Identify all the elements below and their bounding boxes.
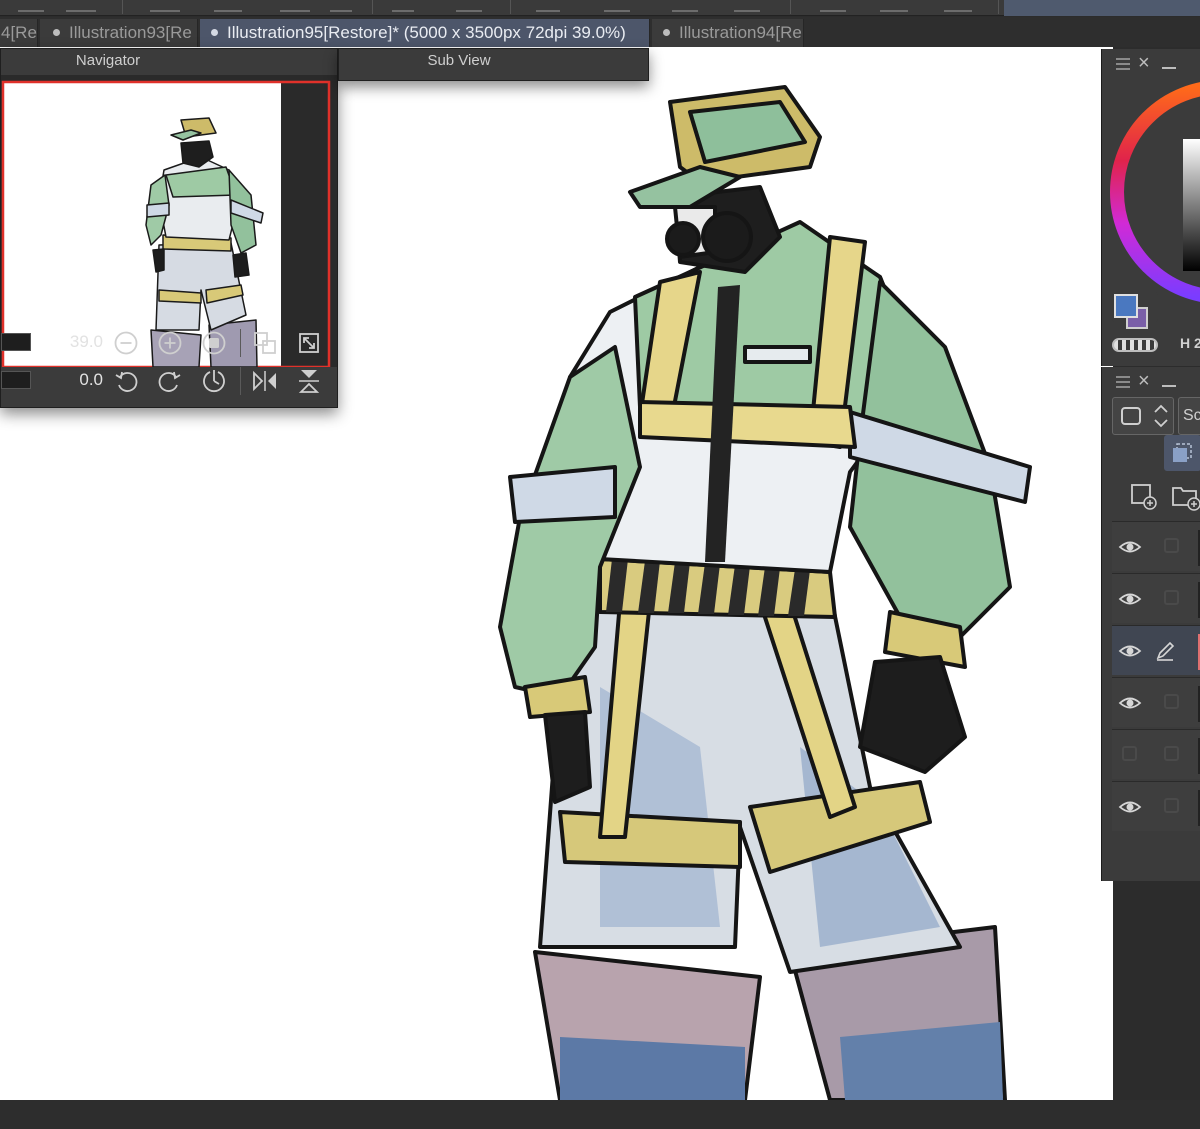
rotation-controls: 0.0 xyxy=(1,361,337,399)
app-window: 4[Re Illustration93[Re Illustration95[Re… xyxy=(0,0,1200,1129)
minimize-icon[interactable] xyxy=(1162,369,1176,387)
reference-layer-button[interactable] xyxy=(1164,435,1200,471)
layer-row[interactable] xyxy=(1112,573,1200,623)
zoom-in-icon[interactable] xyxy=(156,329,184,357)
toolbar-button[interactable] xyxy=(150,0,180,12)
toolbar-button[interactable] xyxy=(280,0,310,12)
subview-title: Sub View xyxy=(427,52,491,69)
toolbar-button[interactable] xyxy=(330,0,352,12)
toolbar-workspace-group[interactable] xyxy=(1004,0,1200,16)
toolbar-button[interactable] xyxy=(214,0,242,12)
flip-horizontal-icon[interactable] xyxy=(251,367,279,395)
rotation-slider[interactable] xyxy=(1,371,31,389)
visibility-toggle[interactable] xyxy=(1122,746,1137,761)
layer-lock-toggle[interactable] xyxy=(1164,590,1179,605)
color-wheel[interactable] xyxy=(1102,79,1200,366)
status-bar xyxy=(0,1100,1200,1129)
tab-illustration94[interactable]: Illustration94[Re xyxy=(652,19,804,47)
tab-illustration95[interactable]: Illustration95[Restore]* (5000 x 3500px … xyxy=(200,19,650,47)
close-icon[interactable]: × xyxy=(1138,52,1150,74)
layer-lock-toggle[interactable] xyxy=(1164,694,1179,709)
minimize-icon[interactable] xyxy=(1162,51,1176,69)
toolbar-button[interactable] xyxy=(456,0,482,12)
visibility-eye-icon[interactable] xyxy=(1118,693,1142,713)
navigator-panel: Navigator 39.0 0.0 xyxy=(0,48,338,408)
visibility-eye-icon[interactable] xyxy=(1118,641,1142,661)
fit-to-navigator-icon[interactable] xyxy=(251,329,279,357)
toolbar-divider xyxy=(122,0,123,14)
layer-lock-toggle[interactable] xyxy=(1164,746,1179,761)
toolbar-button[interactable] xyxy=(944,0,972,12)
new-folder-icon[interactable] xyxy=(1170,481,1200,511)
tab-illustration-4[interactable]: 4[Re xyxy=(0,19,38,47)
tab-label: Illustration93[Re xyxy=(69,23,192,42)
subview-panel[interactable]: Sub View xyxy=(338,48,649,81)
panel-header: × xyxy=(1102,49,1200,79)
layer-row[interactable] xyxy=(1112,677,1200,727)
zoom-controls: 39.0 xyxy=(1,323,337,361)
blend-mode-label: Scr xyxy=(1183,407,1200,424)
expression-color-icon xyxy=(1121,407,1141,425)
tab-illustration93[interactable]: Illustration93[Re xyxy=(40,19,198,47)
close-icon[interactable]: × xyxy=(1138,370,1150,392)
rotate-left-icon[interactable] xyxy=(112,367,140,395)
editing-pen-icon xyxy=(1154,640,1176,667)
panel-menu-icon[interactable] xyxy=(1116,58,1130,70)
layer-row[interactable] xyxy=(1112,729,1200,779)
visibility-eye-icon[interactable] xyxy=(1118,797,1142,817)
layer-lock-toggle[interactable] xyxy=(1164,798,1179,813)
zoom-out-icon[interactable] xyxy=(112,329,140,357)
toolbar-button[interactable] xyxy=(672,0,698,12)
tab-label: Illustration94[Re xyxy=(679,23,802,42)
stepper-icon[interactable] xyxy=(1153,402,1169,430)
rotate-right-icon[interactable] xyxy=(156,367,184,395)
tab-label: Illustration95[Restore]* (5000 x 3500px … xyxy=(227,23,626,42)
blend-mode-select[interactable]: Scr xyxy=(1178,397,1200,435)
toolbar-button[interactable] xyxy=(734,0,760,12)
toolbar-button[interactable] xyxy=(880,0,908,12)
rotation-value[interactable]: 0.0 xyxy=(57,370,103,390)
layer-panel: × Scr xyxy=(1101,367,1200,881)
toolbar-button[interactable] xyxy=(18,0,44,12)
color-wheel-panel: × H 2 xyxy=(1101,49,1200,366)
transparent-color-swatch[interactable] xyxy=(1112,338,1158,352)
toolbar-divider xyxy=(510,0,511,14)
divider xyxy=(240,367,241,395)
actual-size-icon[interactable] xyxy=(200,329,228,357)
panel-menu-icon[interactable] xyxy=(1116,376,1130,388)
flip-vertical-icon[interactable] xyxy=(295,367,323,395)
toolbar-divider xyxy=(998,0,999,14)
zoom-slider[interactable] xyxy=(1,333,31,351)
new-raster-layer-icon[interactable] xyxy=(1128,481,1158,511)
layer-row[interactable] xyxy=(1112,521,1200,571)
toolbar-divider xyxy=(372,0,373,14)
layer-row[interactable] xyxy=(1112,781,1200,831)
visibility-eye-icon[interactable] xyxy=(1118,537,1142,557)
reset-rotation-icon[interactable] xyxy=(200,367,228,395)
toolbar-button[interactable] xyxy=(536,0,560,12)
unsaved-dot-icon xyxy=(663,29,670,36)
tab-label: 4[Re xyxy=(1,23,37,42)
divider xyxy=(240,329,241,357)
command-toolbar xyxy=(0,0,1200,16)
toolbar-button[interactable] xyxy=(392,0,414,12)
toolbar-button[interactable] xyxy=(604,0,630,12)
toolbar-button[interactable] xyxy=(820,0,846,12)
panel-header: × xyxy=(1102,367,1200,397)
layer-lock-toggle[interactable] xyxy=(1164,538,1179,553)
visibility-eye-icon[interactable] xyxy=(1118,589,1142,609)
toolbar-divider xyxy=(790,0,791,14)
unsaved-dot-icon xyxy=(211,29,218,36)
layer-row[interactable] xyxy=(1112,625,1200,675)
main-color-swatch[interactable] xyxy=(1114,294,1138,318)
zoom-value[interactable]: 39.0 xyxy=(57,332,103,352)
navigator-title: Navigator xyxy=(75,52,141,69)
layer-property-box[interactable] xyxy=(1112,397,1174,435)
reference-layer-icon xyxy=(1173,443,1192,462)
document-tab-bar: 4[Re Illustration93[Re Illustration95[Re… xyxy=(0,17,1200,47)
hue-label: H 2 xyxy=(1180,335,1200,351)
unsaved-dot-icon xyxy=(53,29,60,36)
fit-to-screen-icon[interactable] xyxy=(295,329,323,357)
toolbar-button[interactable] xyxy=(66,0,96,12)
